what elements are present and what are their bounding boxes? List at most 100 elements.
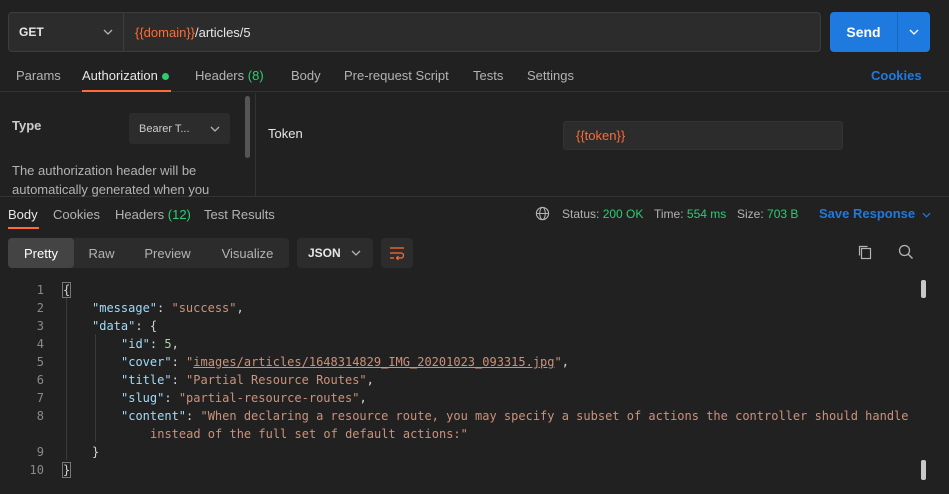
- send-button[interactable]: Send: [830, 12, 898, 52]
- chevron-down-icon: [922, 212, 931, 218]
- json-string: "success": [171, 301, 237, 315]
- authorization-pane: Type Bearer T... The authorization heade…: [0, 93, 949, 197]
- headers-count: (8): [247, 68, 264, 83]
- response-tabs: Body Cookies Headers (12) Test Results S…: [0, 198, 949, 230]
- response-body: 1 2 3 4 5 6 7 8 9 10 { "message": "succe…: [0, 280, 949, 494]
- code-line-4: "id": 5,: [121, 337, 179, 351]
- vertical-scrollbar-bottom[interactable]: [921, 460, 926, 480]
- tab-authorization[interactable]: Authorization: [82, 68, 169, 83]
- size-label: Size:: [737, 207, 764, 221]
- tab-authorization-label: Authorization: [82, 68, 158, 83]
- line-number: 4: [36, 337, 44, 351]
- search-icon[interactable]: [897, 243, 915, 261]
- resp-tab-headers[interactable]: Headers (12): [115, 207, 191, 222]
- line-number: 3: [36, 319, 44, 333]
- json-key: "data": [92, 319, 136, 333]
- save-response-button[interactable]: Save Response: [819, 206, 931, 221]
- time-info: Time: 554 ms: [654, 207, 726, 221]
- url-variable: {{domain}}: [135, 24, 196, 40]
- json-string: "Partial Resource Routes": [186, 373, 367, 387]
- tab-settings[interactable]: Settings: [527, 68, 574, 83]
- json-key: "content": [121, 409, 187, 423]
- active-dot-icon: [161, 73, 169, 81]
- tab-headers-label: Headers: [195, 68, 245, 83]
- line-number: 8: [36, 409, 44, 423]
- status-value: 200 OK: [602, 207, 644, 221]
- tab-params[interactable]: Params: [16, 68, 61, 83]
- close-brace: }: [61, 462, 72, 478]
- tab-prerequest-script[interactable]: Pre-request Script: [344, 68, 449, 83]
- json-key: "cover": [121, 355, 172, 369]
- type-label: Type: [12, 118, 42, 133]
- cookies-link[interactable]: Cookies: [871, 68, 922, 83]
- indent-guide: [95, 334, 96, 442]
- line-number: 5: [36, 355, 44, 369]
- auth-type-value: Bearer T...: [139, 122, 190, 135]
- resp-active-tab-indicator: [8, 227, 39, 229]
- token-input[interactable]: {{token}}: [563, 121, 843, 150]
- json-key: "title": [121, 373, 172, 387]
- tab-headers[interactable]: Headers (8): [195, 68, 264, 83]
- cover-link[interactable]: images/articles/1648314829_IMG_20201023_…: [193, 355, 554, 369]
- url-input[interactable]: {{domain}}/articles/5: [124, 25, 251, 40]
- pane-divider[interactable]: [255, 93, 256, 197]
- resp-tab-body[interactable]: Body: [8, 207, 38, 222]
- status-info: Status: 200 OK: [562, 207, 643, 221]
- code-line-8: "content": "When declaring a resource ro…: [121, 409, 909, 423]
- json-quote: ": [554, 355, 562, 369]
- copy-icon[interactable]: [856, 243, 874, 261]
- json-string: "When declaring a resource route, you ma…: [200, 409, 909, 423]
- view-visualize[interactable]: Visualize: [206, 238, 289, 268]
- auth-scrollbar[interactable]: [245, 96, 250, 158]
- json-key: "slug": [121, 391, 165, 405]
- format-value: JSON: [308, 246, 341, 260]
- view-pretty[interactable]: Pretty: [8, 238, 74, 268]
- method-select[interactable]: GET: [9, 13, 124, 51]
- url-path: /articles/5: [195, 24, 251, 40]
- open-brace: {: [61, 282, 72, 298]
- line-number: 2: [36, 301, 44, 315]
- view-preview[interactable]: Preview: [129, 238, 206, 268]
- code-line-3: "data": {: [92, 319, 158, 333]
- auth-description: The authorization header will be automat…: [12, 163, 210, 197]
- view-raw[interactable]: Raw: [74, 238, 129, 268]
- chevron-down-icon: [909, 29, 919, 35]
- code-line-9: }: [92, 445, 100, 459]
- json-number: 5: [164, 337, 172, 351]
- chevron-down-icon: [210, 126, 220, 132]
- json-key: "message": [92, 301, 158, 315]
- send-button-group: Send: [830, 12, 930, 52]
- request-bar: GET {{domain}}/articles/5: [8, 12, 821, 52]
- auth-type-select[interactable]: Bearer T...: [129, 113, 230, 144]
- chevron-down-icon: [351, 250, 361, 256]
- save-response-label: Save Response: [819, 206, 916, 221]
- view-mode-selector: Pretty Raw Preview Visualize: [8, 238, 289, 268]
- request-tabs: Params Authorization Headers (8) Body Pr…: [0, 62, 949, 92]
- globe-icon[interactable]: [535, 206, 550, 221]
- format-select[interactable]: JSON: [297, 238, 373, 268]
- code-line-6: "title": "Partial Resource Routes",: [121, 373, 374, 387]
- json-key: "id": [121, 337, 150, 351]
- token-label: Token: [268, 126, 303, 141]
- resp-tab-cookies[interactable]: Cookies: [53, 207, 100, 222]
- send-options-button[interactable]: [898, 12, 930, 52]
- line-number: 10: [29, 463, 44, 477]
- resp-headers-count: (12): [167, 207, 191, 222]
- line-number: 6: [36, 373, 44, 387]
- json-string: "partial-resource-routes": [178, 391, 360, 405]
- indent-guide: [66, 298, 67, 460]
- size-value: 703 B: [767, 207, 799, 221]
- method-label: GET: [19, 25, 44, 39]
- resp-tab-test-results[interactable]: Test Results: [204, 207, 275, 222]
- status-label: Status:: [562, 207, 600, 221]
- time-value: 554 ms: [686, 207, 727, 221]
- vertical-scrollbar-top[interactable]: [921, 280, 926, 298]
- code-line-8-wrap: instead of the full set of default actio…: [150, 427, 468, 441]
- code-line-2: "message": "success",: [92, 301, 244, 315]
- json-brace: {: [149, 319, 158, 333]
- time-label: Time:: [654, 207, 684, 221]
- tab-body[interactable]: Body: [291, 68, 321, 83]
- wrap-lines-button[interactable]: [381, 238, 413, 268]
- tab-tests[interactable]: Tests: [473, 68, 503, 83]
- code-line-7: "slug": "partial-resource-routes",: [121, 391, 367, 405]
